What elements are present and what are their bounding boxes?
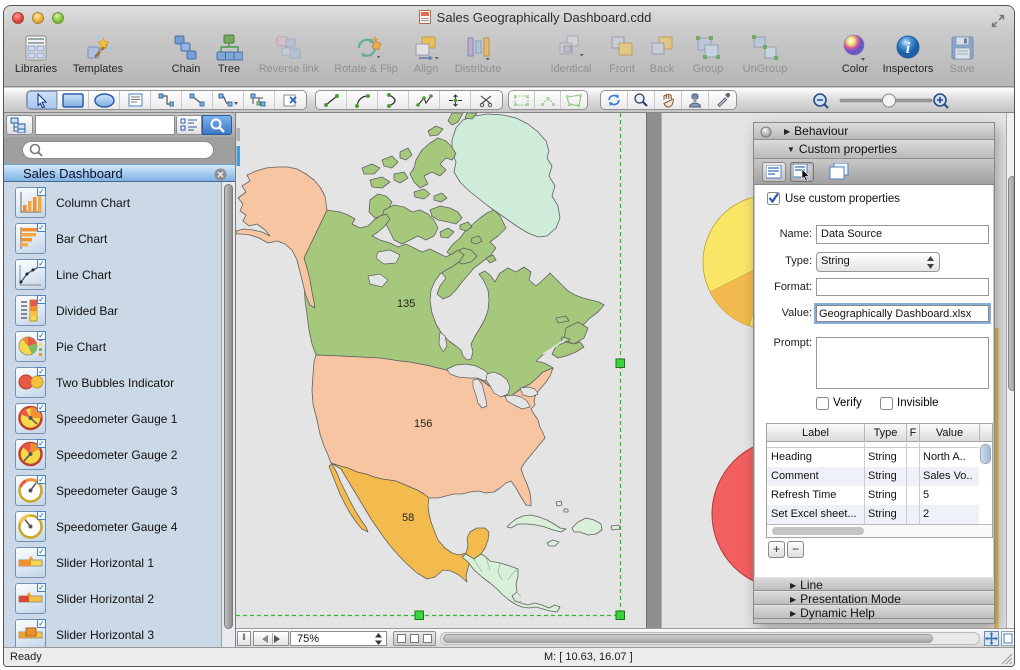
svg-text:156: 156: [414, 418, 432, 430]
svg-text:i: i: [906, 40, 911, 57]
svg-text:58: 58: [402, 512, 414, 524]
svg-text:135: 135: [397, 298, 415, 310]
